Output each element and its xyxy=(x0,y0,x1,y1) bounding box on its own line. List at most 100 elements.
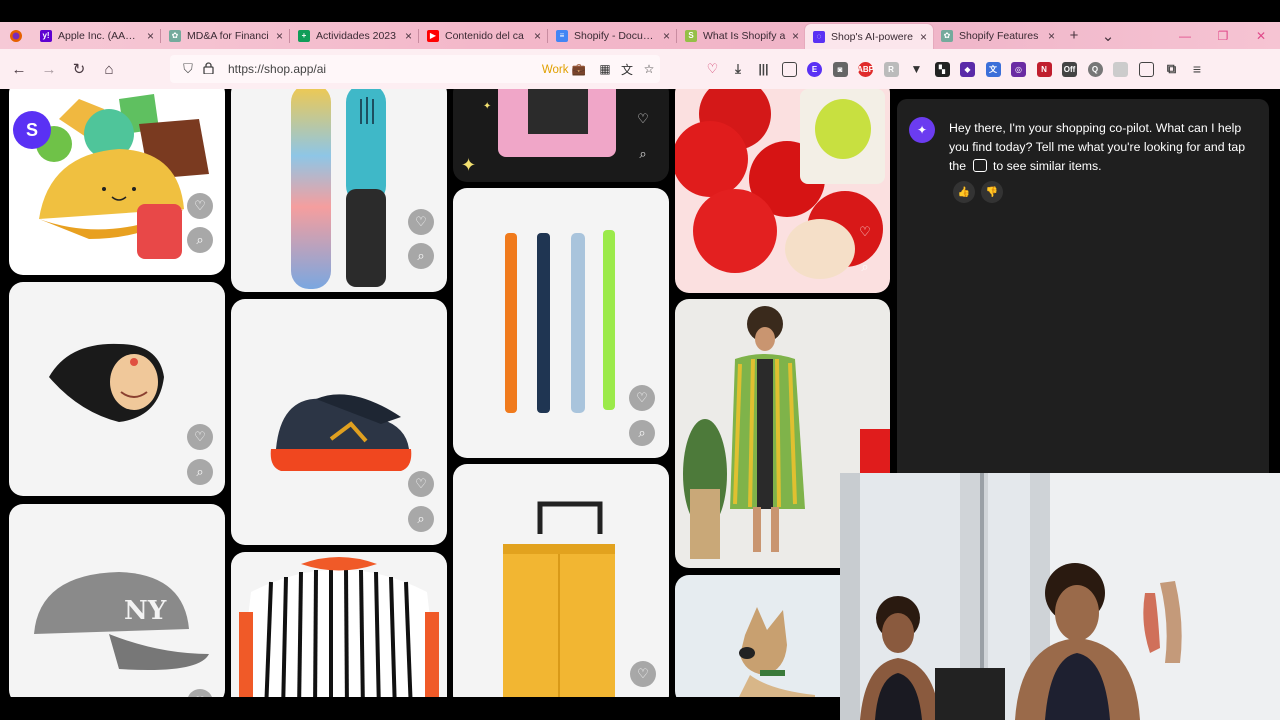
candles-image xyxy=(505,230,615,413)
adblock-icon[interactable]: ABP xyxy=(857,61,874,77)
tab-favicon-icon: ≡ xyxy=(556,29,568,42)
extension-translate-icon[interactable]: 文 xyxy=(985,61,1001,77)
browser-tab[interactable]: ◌ Shop's AI-powere × xyxy=(805,24,933,49)
extensions-puzzle-icon[interactable]: ⧉ xyxy=(1164,61,1179,77)
browser-tab[interactable]: ✿ MD&A for Financi × xyxy=(161,24,289,47)
sparkle-decor: ✦ xyxy=(483,101,491,112)
shop-logo-icon[interactable]: S xyxy=(13,111,51,149)
tab-close-icon[interactable]: × xyxy=(534,29,541,43)
mask-pack-image: ✦ ✦ xyxy=(461,89,616,175)
tab-label: Contenido del ca xyxy=(445,29,524,42)
extension-tab-icon[interactable] xyxy=(1113,61,1128,77)
browser-tab[interactable]: ✿ Shopify Features × xyxy=(933,24,1061,47)
product-card-face-mask-pack[interactable]: ✦ ✦ ♡ ⌕ xyxy=(453,89,669,182)
favorite-heart-icon[interactable]: ♡ xyxy=(408,471,434,497)
new-tab-button[interactable]: + xyxy=(1061,24,1087,47)
tab-favicon-icon: ✿ xyxy=(169,29,181,42)
product-card-navy-orange-sneakers[interactable]: ♡ ⌕ xyxy=(231,299,447,545)
tab-label: Shopify - Docume xyxy=(574,29,657,42)
browser-tab[interactable]: y! Apple Inc. (AAPL) × xyxy=(32,24,160,47)
tab-close-icon[interactable]: × xyxy=(276,29,283,43)
product-card-striped-sweater[interactable] xyxy=(231,552,447,697)
tab-favicon-icon: S xyxy=(685,29,697,42)
close-window-button[interactable]: ✕ xyxy=(1242,22,1280,49)
extension-camera-icon[interactable]: ◙ xyxy=(832,61,848,77)
tab-close-icon[interactable]: × xyxy=(405,29,412,43)
extension-q-icon[interactable]: Q xyxy=(1087,61,1103,77)
extension-grid-icon[interactable]: ▚ xyxy=(934,61,950,77)
webcam-image xyxy=(840,473,1280,720)
browser-tab[interactable]: ▶ Contenido del ca × xyxy=(419,24,547,47)
extension-e-icon[interactable]: E xyxy=(807,61,822,77)
product-card-face-enamel-pin[interactable]: ♡ ⌕ xyxy=(9,282,225,496)
url-text[interactable]: https://shop.app/ai xyxy=(228,62,542,76)
extension-counter-icon[interactable]: ◎ xyxy=(1011,61,1026,77)
tab-close-icon[interactable]: × xyxy=(663,29,670,43)
extension-new-icon[interactable]: N xyxy=(1036,61,1052,77)
visual-search-icon[interactable]: ⌕ xyxy=(187,227,213,253)
browser-menu-icon[interactable] xyxy=(0,24,32,47)
translate-icon[interactable]: 文 xyxy=(616,61,638,78)
reload-button[interactable]: ↻ xyxy=(64,54,94,84)
browser-tab[interactable]: S What Is Shopify a × xyxy=(677,24,805,47)
product-card-gradient-snowboards[interactable]: ♡ ⌕ xyxy=(231,89,447,292)
favorite-heart-icon[interactable]: ♡ xyxy=(630,106,656,132)
tab-close-icon[interactable]: × xyxy=(920,30,927,44)
tab-favicon-icon: y! xyxy=(40,29,52,42)
extension-doc-icon[interactable] xyxy=(1138,61,1154,77)
library-icon[interactable]: ||| xyxy=(756,62,771,77)
striped-sweater-image xyxy=(238,557,440,697)
favorite-heart-icon[interactable]: ♡ xyxy=(187,193,213,219)
bottom-bar xyxy=(0,697,840,720)
download-icon[interactable]: ⤓ xyxy=(731,61,746,77)
tab-close-icon[interactable]: × xyxy=(1048,29,1055,43)
extension-r-icon[interactable]: R xyxy=(883,61,899,77)
favorite-heart-icon[interactable]: ♡ xyxy=(852,219,878,245)
product-card-gray-ny-cap[interactable]: NY ♡ xyxy=(9,504,225,697)
sparkle-decor-large: ✦ xyxy=(461,155,476,175)
grid-icon[interactable]: ▦ xyxy=(594,62,616,76)
extension-shield-icon[interactable]: ◆ xyxy=(960,61,975,77)
ny-logo: NY xyxy=(124,596,167,626)
thumbs-up-icon[interactable]: 👍 xyxy=(953,181,975,203)
extension-off-icon[interactable]: Off xyxy=(1062,61,1077,77)
bookmark-star-icon[interactable]: ☆ xyxy=(638,62,660,76)
lock-icon[interactable] xyxy=(198,61,218,77)
product-card-red-apple-lip-balm[interactable]: ♡ ⌕ xyxy=(675,89,890,293)
tab-favicon-icon: ✿ xyxy=(941,29,953,42)
favorite-heart-icon[interactable]: ♡ xyxy=(408,209,434,235)
shield-icon[interactable]: ⛉ xyxy=(178,61,198,77)
product-card-yellow-suitcase[interactable]: ♡ xyxy=(453,464,669,697)
visual-search-icon[interactable]: ⌕ xyxy=(629,420,655,446)
sidebar-icon[interactable] xyxy=(781,61,797,77)
back-button[interactable]: ← xyxy=(4,54,34,84)
extension-v-icon[interactable]: ▼ xyxy=(909,62,924,77)
home-button[interactable]: ⌂ xyxy=(94,54,124,84)
tab-label: Shop's AI-powere xyxy=(831,30,913,43)
minimize-button[interactable]: — xyxy=(1166,22,1204,49)
visual-search-icon[interactable]: ⌕ xyxy=(187,459,213,485)
favorite-heart-icon[interactable]: ♡ xyxy=(629,385,655,411)
favorite-heart-icon[interactable]: ♡ xyxy=(187,424,213,450)
tab-list-chevron-icon[interactable]: ⌄ xyxy=(1095,24,1121,47)
browser-tab[interactable]: ≡ Shopify - Docume × xyxy=(548,24,676,47)
chat-message: Hey there, I'm your shopping co-pilot. W… xyxy=(949,119,1259,176)
visual-search-icon[interactable]: ⌕ xyxy=(408,243,434,269)
visual-search-icon[interactable]: ⌕ xyxy=(852,254,878,280)
browser-tab[interactable]: + Actividades 2023 × xyxy=(290,24,418,47)
pocket-icon[interactable]: ♡ xyxy=(705,61,720,77)
tab-label: Shopify Features xyxy=(959,29,1039,42)
visual-search-icon[interactable]: ⌕ xyxy=(630,141,656,167)
favorite-heart-icon[interactable]: ♡ xyxy=(630,661,656,687)
maximize-button[interactable]: ❐ xyxy=(1204,22,1242,49)
forward-button[interactable]: → xyxy=(34,54,64,84)
thumbs-down-icon[interactable]: 👎 xyxy=(981,181,1003,203)
work-container-badge[interactable]: Work 💼 xyxy=(542,62,586,76)
product-card-colorful-candles[interactable]: ♡ ⌕ xyxy=(453,188,669,458)
tab-close-icon[interactable]: × xyxy=(792,29,799,43)
tab-close-icon[interactable]: × xyxy=(147,29,154,43)
hamburger-menu-icon[interactable]: ≡ xyxy=(1190,61,1205,77)
tab-favicon-icon: ▶ xyxy=(427,29,439,42)
visual-search-icon[interactable]: ⌕ xyxy=(408,506,434,532)
address-bar[interactable]: ⛉ https://shop.app/ai Work 💼 ▦ 文 ☆ xyxy=(170,55,660,83)
